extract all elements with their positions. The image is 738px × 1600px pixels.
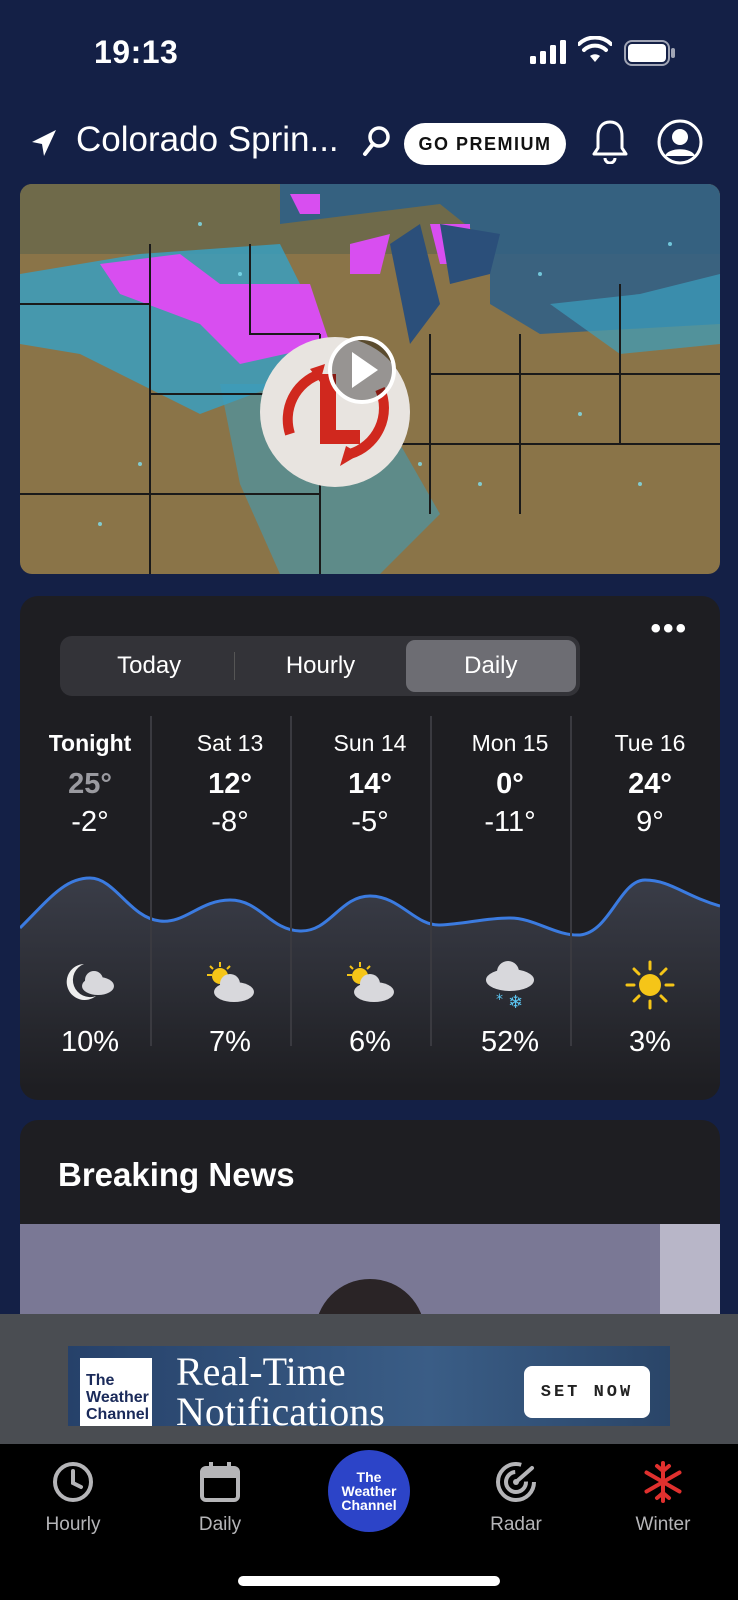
- forecast-card: ••• Today Hourly Daily Tonight 25° -2° 1…: [20, 596, 720, 1100]
- battery-icon: [624, 40, 675, 66]
- nav-item-hourly[interactable]: Hourly: [13, 1460, 133, 1536]
- weather-channel-logo: The Weather Channel: [80, 1358, 152, 1426]
- day-label: Sat 13: [196, 730, 264, 756]
- day-low-temp: -2°: [71, 806, 109, 838]
- play-video-icon[interactable]: [328, 336, 396, 404]
- day-high-temp: 24°: [628, 768, 672, 800]
- precip-chance: 6%: [349, 1026, 391, 1058]
- nav-item-daily[interactable]: Daily: [160, 1460, 280, 1536]
- svg-text:❄: ❄: [508, 992, 523, 1010]
- tab-today[interactable]: Today: [64, 640, 234, 692]
- home-indicator[interactable]: [238, 1576, 500, 1586]
- more-options-icon[interactable]: •••: [650, 614, 688, 644]
- svg-text:*: *: [496, 992, 503, 1008]
- partly-cloudy-icon: [207, 962, 254, 1002]
- day-low-temp: 9°: [636, 806, 664, 838]
- cellular-signal-icon: [530, 40, 566, 64]
- nav-item-radar[interactable]: Radar: [456, 1460, 576, 1536]
- nav-item-winter[interactable]: Winter: [603, 1460, 723, 1536]
- day-high-temp: 12°: [208, 768, 252, 800]
- day-low-temp: -11°: [484, 806, 536, 838]
- ad-creative[interactable]: The Weather Channel Real-Time Notificati…: [68, 1346, 670, 1426]
- day-low-temp: -8°: [211, 806, 249, 838]
- ad-banner: The Weather Channel Real-Time Notificati…: [0, 1314, 738, 1444]
- day-high-temp: 25°: [68, 768, 112, 800]
- day-high-temp: 14°: [348, 768, 392, 800]
- status-time: 19:13: [94, 34, 179, 70]
- day-column-sat[interactable]: Sat 13 12° -8° 7%: [160, 708, 300, 1080]
- day-high-temp: 0°: [496, 768, 524, 800]
- bell-icon[interactable]: [592, 118, 628, 164]
- nav-label: Hourly: [45, 1514, 101, 1535]
- nav-label: Radar: [490, 1514, 542, 1535]
- search-icon[interactable]: [362, 124, 392, 158]
- news-title: Breaking News: [58, 1156, 295, 1193]
- snow-cloud-icon: * ❄: [486, 961, 534, 1010]
- status-bar: 19:13: [0, 0, 738, 100]
- calendar-icon: [200, 1462, 240, 1502]
- set-now-button[interactable]: SET NOW: [524, 1366, 650, 1418]
- ad-headline: Real-Time Notifications: [176, 1349, 385, 1427]
- tab-hourly[interactable]: Hourly: [235, 640, 405, 692]
- day-label: Mon 15: [471, 730, 549, 756]
- day-label: Tonight: [48, 730, 132, 756]
- clock-icon: [53, 1462, 93, 1502]
- tab-daily[interactable]: Daily: [405, 640, 576, 692]
- app-header: Colorado Sprin... GO PREMIUM: [0, 110, 738, 180]
- radar-icon: [496, 1462, 536, 1502]
- profile-icon[interactable]: [656, 118, 704, 166]
- nav-label: Daily: [198, 1514, 242, 1535]
- day-column-tue[interactable]: Tue 16 24° 9° 3%: [580, 708, 720, 1080]
- precip-chance: 52%: [480, 1026, 540, 1058]
- moon-cloud-icon: [66, 964, 114, 1000]
- day-column-mon[interactable]: Mon 15 0° -11° * ❄ 52%: [440, 708, 580, 1080]
- daily-forecast: Tonight 25° -2° 10% Sat 13 12° -8° 7% Su…: [20, 708, 720, 1088]
- location-name[interactable]: Colorado Sprin...: [76, 120, 339, 160]
- wifi-icon: [578, 36, 612, 62]
- day-label: Tue 16: [614, 730, 686, 756]
- location-arrow-icon[interactable]: [30, 128, 58, 158]
- radar-map[interactable]: [20, 184, 720, 574]
- sun-icon: [625, 960, 675, 1010]
- bottom-nav: Hourly Daily The Weather Channel Radar W…: [0, 1444, 738, 1600]
- breaking-news-card[interactable]: Breaking News: [20, 1120, 720, 1340]
- forecast-tabs: Today Hourly Daily: [60, 636, 580, 696]
- day-low-temp: -5°: [351, 806, 389, 838]
- weather-channel-home-button[interactable]: The Weather Channel: [328, 1450, 410, 1532]
- nav-label: Winter: [635, 1514, 691, 1535]
- precip-chance: 7%: [209, 1026, 251, 1058]
- precip-chance: 10%: [60, 1026, 120, 1058]
- day-label: Sun 14: [333, 730, 407, 756]
- precip-chance: 3%: [629, 1026, 671, 1058]
- day-column-tonight[interactable]: Tonight 25° -2° 10%: [20, 708, 160, 1080]
- day-column-sun[interactable]: Sun 14 14° -5° 6%: [300, 708, 440, 1080]
- partly-cloudy-icon: [347, 962, 394, 1002]
- snowflake-icon: [644, 1461, 682, 1503]
- go-premium-button[interactable]: GO PREMIUM: [404, 123, 566, 165]
